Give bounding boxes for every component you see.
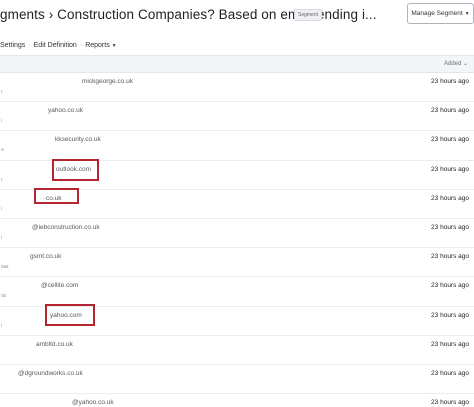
row-added-time: 23 hours ago	[431, 369, 469, 377]
row-email: gsmt.co.uk	[30, 253, 62, 261]
table-row[interactable]: l yahoo.co.uk 23 hours ago	[0, 102, 474, 132]
row-email: @dgroundworks.co.uk	[18, 369, 83, 377]
table-row[interactable]: l @iebconstruction.co.uk 23 hours ago	[0, 219, 474, 249]
row-email: @yahoo.co.uk	[72, 399, 114, 407]
row-email: @iebconstruction.co.uk	[32, 223, 100, 231]
table-row[interactable]: Mat gsmt.co.uk 23 hours ago	[0, 248, 474, 278]
segment-subnav: Settings · Edit Definition · Reports ▼	[0, 38, 117, 52]
row-name-fragment: l	[1, 322, 2, 328]
row-email: yahoo.co.uk	[48, 107, 84, 115]
table-row[interactable]: ambltd.co.uk 23 hours ago	[0, 336, 474, 365]
row-email: kksecurity.co.uk	[55, 136, 101, 144]
table-header: Added ⌄	[0, 56, 474, 73]
nav-separator: ·	[79, 41, 83, 49]
table-row[interactable]: r outlook.com 23 hours ago	[0, 158, 474, 190]
row-name-fragment: l	[1, 118, 2, 124]
table-row[interactable]: is kksecurity.co.uk 23 hours ago	[0, 131, 474, 161]
nav-reports[interactable]: Reports ▼	[85, 42, 116, 49]
row-added-time: 23 hours ago	[431, 311, 469, 319]
table-row[interactable]: r mickgeorge.co.uk 23 hours ago	[0, 73, 474, 103]
table-row[interactable]: @dgroundworks.co.uk 23 hours ago	[0, 365, 474, 395]
row-added-time: 23 hours ago	[431, 136, 469, 144]
row-added-time: 23 hours ago	[431, 340, 469, 348]
segment-page: gments › Construction Companies? Based o…	[0, 0, 474, 407]
row-name-fragment: r	[1, 176, 3, 182]
manage-segment-button[interactable]: Manage Segment ▼	[407, 3, 474, 24]
row-added-time: 23 hours ago	[431, 399, 469, 407]
row-added-time: 23 hours ago	[431, 253, 469, 261]
table-row[interactable]: @yahoo.co.uk 23 hours ago	[0, 394, 474, 407]
table-row[interactable]: l yahoo.com 23 hours ago	[0, 303, 474, 336]
nav-edit-definition[interactable]: Edit Definition	[34, 42, 77, 49]
row-name-fragment: l	[1, 234, 2, 240]
caret-down-icon: ▼	[464, 10, 470, 17]
row-added-time: 23 hours ago	[431, 107, 469, 115]
caret-down-icon: ▼	[111, 42, 117, 49]
row-email: mickgeorge.co.uk	[82, 78, 133, 85]
nav-settings[interactable]: Settings	[0, 42, 25, 49]
row-added-time: 23 hours ago	[431, 282, 469, 290]
table-row[interactable]: l ······co.uk 23 hours ago	[0, 187, 474, 219]
table-row[interactable]: Sti @cellite.com 23 hours ago	[0, 277, 474, 307]
highlight-box	[52, 158, 99, 181]
nav-reports-label: Reports	[85, 41, 110, 49]
row-added-time: 23 hours ago	[431, 78, 469, 85]
segment-badge: Segment	[294, 9, 323, 21]
nav-separator: ·	[28, 41, 31, 49]
column-added-sort[interactable]: Added ⌄	[444, 60, 468, 67]
row-name-fragment: Sti	[1, 293, 7, 299]
row-email: @cellite.com	[41, 282, 79, 290]
segment-member-list: r mickgeorge.co.uk 23 hours ago l yahoo.…	[0, 73, 474, 407]
row-name-fragment: r	[1, 89, 3, 94]
chevron-down-icon: ⌄	[462, 61, 468, 67]
column-added-label: Added	[443, 61, 462, 67]
manage-segment-label: Manage Segment	[411, 10, 463, 17]
highlight-box	[34, 187, 79, 204]
row-name-fragment: l	[1, 205, 2, 211]
row-name-fragment: Mat	[1, 264, 9, 270]
row-added-time: 23 hours ago	[431, 194, 469, 202]
row-added-time: 23 hours ago	[431, 165, 469, 173]
highlight-box	[45, 303, 95, 326]
row-name-fragment: is	[1, 147, 5, 153]
row-added-time: 23 hours ago	[431, 223, 469, 231]
page-header: gments › Construction Companies? Based o…	[0, 0, 474, 32]
row-email: ambltd.co.uk	[36, 340, 73, 348]
